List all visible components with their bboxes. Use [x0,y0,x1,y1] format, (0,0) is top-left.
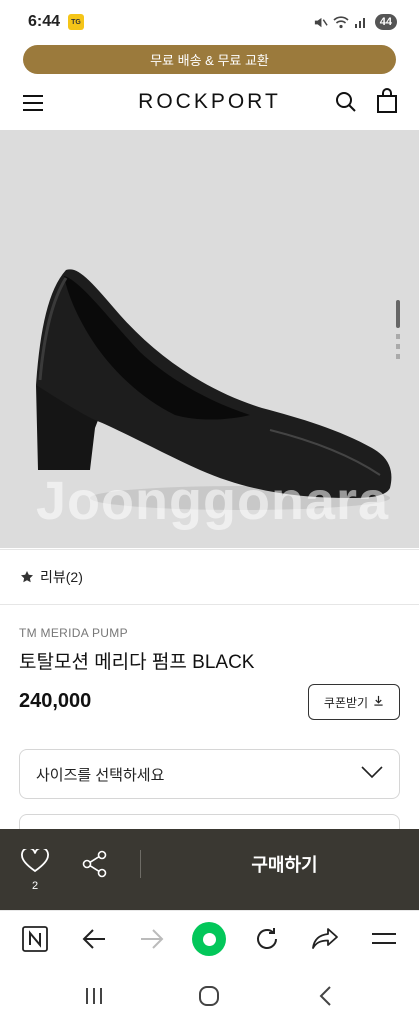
mute-icon [313,14,329,30]
back-icon[interactable] [314,984,338,1008]
shopping-bag-icon[interactable] [375,88,399,114]
recent-apps-icon[interactable] [82,984,106,1008]
buy-button[interactable]: 구매하기 [150,829,419,899]
signal-icon [353,14,369,30]
search-icon[interactable] [334,90,358,114]
browser-toolbar [0,910,419,970]
pager-dot [396,334,400,339]
battery-indicator: 44 [374,14,397,30]
bar-divider [140,850,141,878]
menu-icon[interactable] [22,92,44,114]
coupon-label: 쿠폰받기 [323,695,369,710]
wifi-icon [333,14,349,30]
naver-n-icon[interactable] [21,925,49,953]
image-pager [396,300,400,364]
star-icon [20,570,34,584]
size-select-placeholder: 사이즈를 선택하세요 [36,766,165,784]
browser-menu-icon[interactable] [370,925,398,953]
system-nav-bar [0,970,419,1024]
naver-home-button[interactable] [192,922,226,956]
product-image-carousel[interactable]: Joonggonara [0,130,419,548]
home-dot-icon [202,932,216,946]
pager-dot [396,344,400,349]
pager-active [396,300,400,328]
download-icon [373,695,384,709]
back-arrow-icon[interactable] [80,925,108,953]
forward-arrow-icon[interactable] [138,925,166,953]
share-icon[interactable] [82,850,108,878]
like-count: 2 [31,880,39,892]
reviews-link[interactable]: 리뷰(2) [0,549,419,605]
refresh-icon[interactable] [253,925,281,953]
status-bar: 6:44 TG 44 [0,0,419,44]
share-arrow-icon[interactable] [311,925,339,953]
promo-banner[interactable]: 무료 배송 & 무료 교환 [23,45,396,74]
status-time: 6:44 [28,13,61,30]
like-button[interactable]: 2 [20,847,50,892]
product-model: TM MERIDA PUMP [19,626,128,640]
home-icon[interactable] [197,984,221,1008]
pager-dot [396,354,400,359]
chevron-down-icon [361,765,383,783]
app-notification-icon: TG [68,14,85,30]
product-name: 토탈모션 메리다 펌프 BLACK [19,652,255,673]
size-select[interactable]: 사이즈를 선택하세요 [19,749,400,799]
product-price: 240,000 [19,690,92,712]
heart-icon [21,847,49,877]
watermark: Joonggonara [36,471,390,531]
purchase-bar: 2 구매하기 [0,829,419,910]
reviews-label: 리뷰(2) [40,569,83,585]
coupon-button[interactable]: 쿠폰받기 [308,684,400,720]
site-header: ROCKPORT [0,80,419,128]
